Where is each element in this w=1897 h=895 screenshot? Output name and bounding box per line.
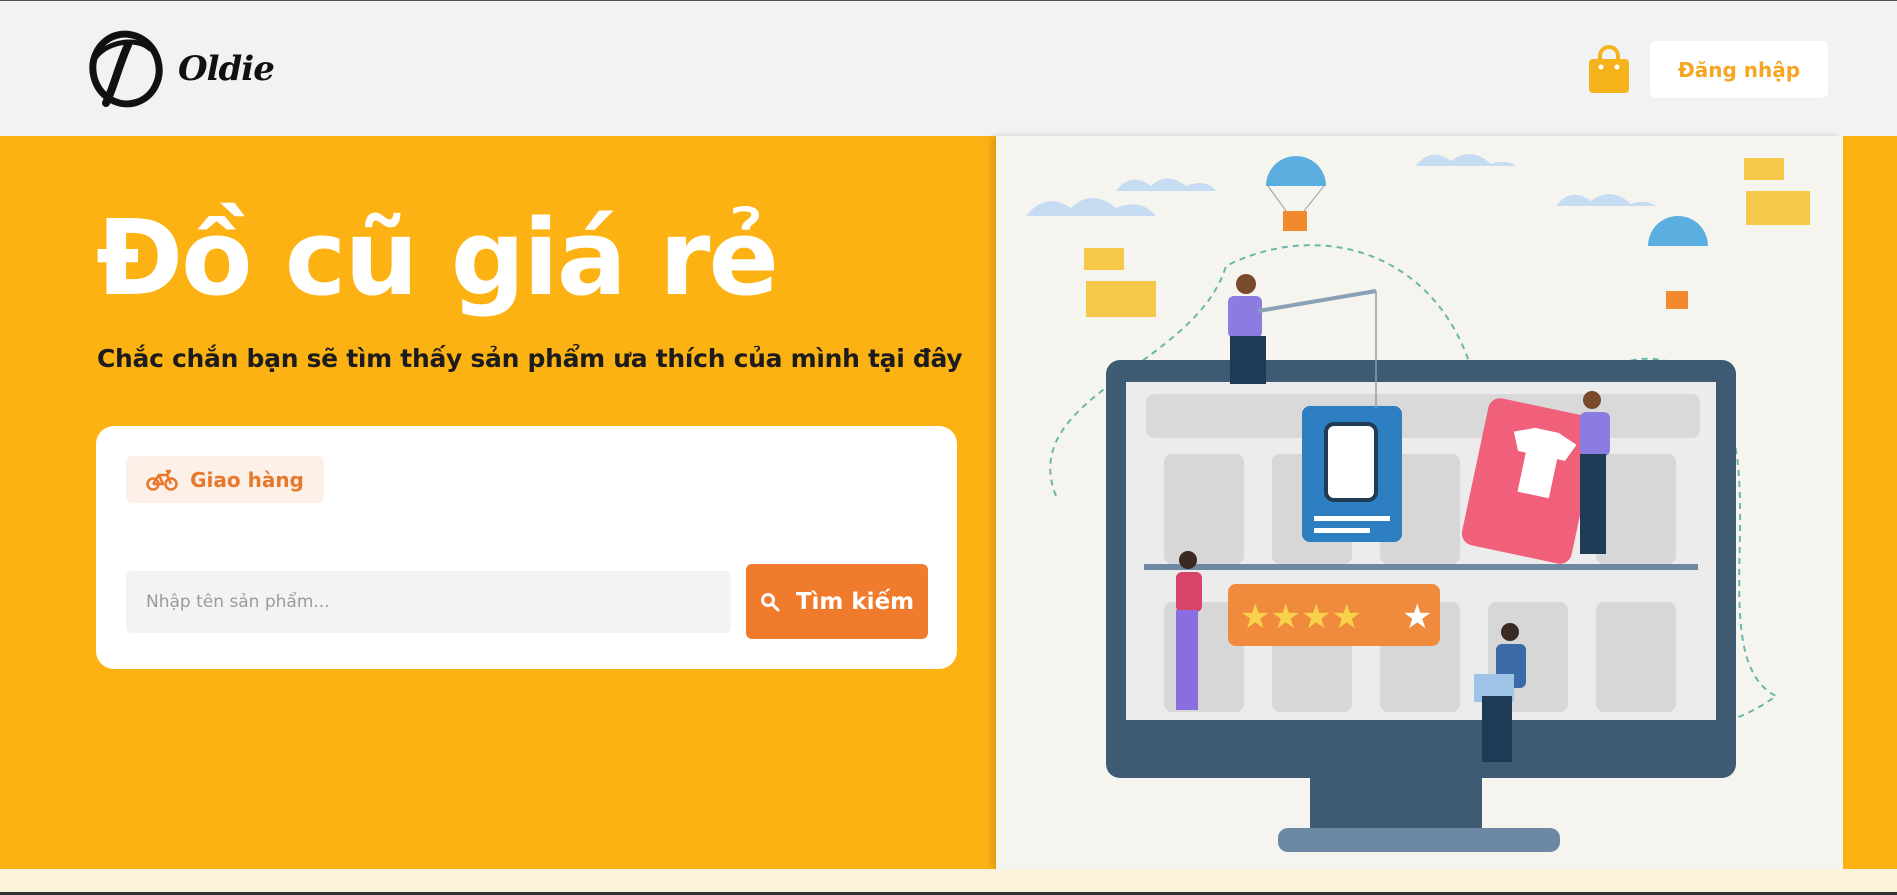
search-card: Giao hàng Tìm kiếm — [96, 426, 957, 669]
shopping-bag-icon[interactable] — [1587, 45, 1631, 95]
delivery-filter-chip[interactable]: Giao hàng — [126, 456, 324, 503]
motorbike-icon — [146, 469, 178, 491]
login-button[interactable]: Đăng nhập — [1650, 41, 1828, 98]
hero-illustration: ★★★★ ★ — [996, 136, 1843, 869]
svg-text:★: ★ — [1402, 597, 1432, 637]
online-shopping-illustration: ★★★★ ★ — [1026, 154, 1810, 852]
search-icon — [760, 592, 780, 611]
bottom-strip — [0, 869, 1897, 895]
hero-section: Đồ cũ giá rẻ Chắc chắn bạn sẽ tìm thấy s… — [0, 136, 1897, 869]
svg-text:★★★★: ★★★★ — [1240, 597, 1362, 637]
hero-subtitle: Chắc chắn bạn sẽ tìm thấy sản phẩm ưa th… — [97, 344, 963, 373]
search-button-label: Tìm kiếm — [795, 588, 915, 615]
top-navbar: Oldie Đăng nhập — [0, 0, 1897, 136]
hero-title: Đồ cũ giá rẻ — [96, 197, 779, 319]
search-button[interactable]: Tìm kiếm — [746, 564, 928, 639]
delivery-label: Giao hàng — [190, 467, 304, 492]
logo-icon — [89, 30, 163, 108]
logo[interactable]: Oldie — [88, 27, 278, 111]
product-search-input[interactable] — [126, 571, 731, 633]
logo-text: Oldie — [178, 49, 275, 89]
